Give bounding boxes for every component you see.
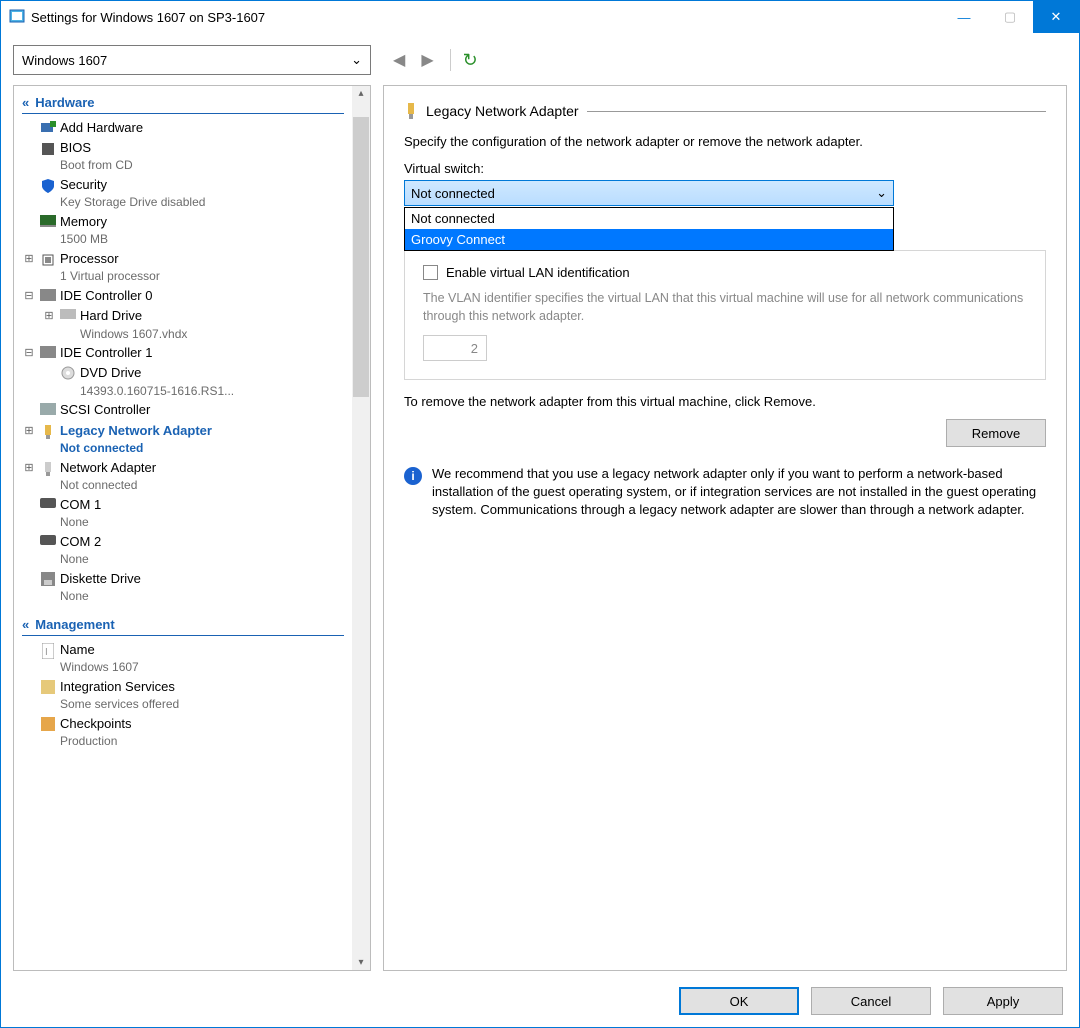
app-icon xyxy=(9,9,25,25)
enable-vlan-checkbox[interactable] xyxy=(423,265,438,280)
expand-icon[interactable]: ⊞ xyxy=(42,307,56,324)
section-management[interactable]: « Management xyxy=(22,614,344,636)
section-hardware[interactable]: « Hardware xyxy=(22,92,344,114)
sidebar-item-com2[interactable]: COM 2None xyxy=(16,532,352,569)
sidebar-item-hard-drive[interactable]: ⊞ Hard DriveWindows 1607.vhdx xyxy=(16,306,352,343)
apply-button[interactable]: Apply xyxy=(943,987,1063,1015)
minimize-button[interactable]: — xyxy=(941,1,987,33)
vswitch-option-groovy-connect[interactable]: Groovy Connect xyxy=(405,229,893,250)
cpu-icon xyxy=(40,252,56,268)
maximize-button[interactable]: ▢ xyxy=(987,1,1033,33)
chevron-down-icon: ⌄ xyxy=(876,185,887,201)
vlan-id-input[interactable]: 2 xyxy=(423,335,487,361)
sidebar-item-checkpoints[interactable]: CheckpointsProduction xyxy=(16,714,352,751)
refresh-button[interactable]: ↻ xyxy=(463,50,478,71)
memory-icon xyxy=(40,215,56,227)
remove-description: To remove the network adapter from this … xyxy=(404,394,1046,409)
sidebar-item-name[interactable]: I NameWindows 1607 xyxy=(16,640,352,677)
remove-button[interactable]: Remove xyxy=(946,419,1046,447)
collapse-icon[interactable]: ⊟ xyxy=(22,287,36,304)
services-icon xyxy=(41,680,55,694)
sidebar-item-memory[interactable]: Memory1500 MB xyxy=(16,212,352,249)
divider xyxy=(587,111,1046,112)
disc-icon xyxy=(61,366,75,380)
dialog-footer: OK Cancel Apply xyxy=(13,981,1067,1015)
section-label: Hardware xyxy=(35,95,94,110)
info-text: We recommend that you use a legacy netwo… xyxy=(432,465,1046,520)
titlebar: Settings for Windows 1607 on SP3-1607 — … xyxy=(1,1,1079,33)
collapse-icon[interactable]: ⊟ xyxy=(22,344,36,361)
nav-forward-button[interactable]: ▶ xyxy=(417,50,437,70)
panel-title: Legacy Network Adapter xyxy=(426,103,579,119)
sidebar-item-processor[interactable]: ⊞ Processor1 Virtual processor xyxy=(16,249,352,286)
sidebar-item-security[interactable]: SecurityKey Storage Drive disabled xyxy=(16,175,352,212)
network-adapter-icon xyxy=(41,461,55,477)
sidebar-item-network-adapter[interactable]: ⊞ Network AdapterNot connected xyxy=(16,458,352,495)
virtual-switch-value: Not connected xyxy=(411,186,495,201)
sidebar-item-bios[interactable]: BIOSBoot from CD xyxy=(16,138,352,175)
section-label: Management xyxy=(35,617,114,632)
scroll-up-icon[interactable]: ▴ xyxy=(358,88,363,99)
vlan-group: Enable virtual LAN identification The VL… xyxy=(404,250,1046,380)
network-adapter-legacy-icon xyxy=(41,424,55,440)
sidebar-item-legacy-network-adapter[interactable]: ⊞ Legacy Network AdapterNot connected xyxy=(16,421,352,458)
chip-icon xyxy=(40,141,56,157)
close-button[interactable]: ✕ xyxy=(1033,1,1079,33)
monitor-plus-icon xyxy=(40,121,56,137)
network-adapter-legacy-icon xyxy=(404,102,418,120)
controller-icon xyxy=(40,289,56,301)
separator xyxy=(450,49,451,71)
sidebar-item-integration-services[interactable]: Integration ServicesSome services offere… xyxy=(16,677,352,714)
expand-icon[interactable]: ⊞ xyxy=(22,250,36,267)
scroll-down-icon[interactable]: ▾ xyxy=(358,957,363,968)
vm-selector[interactable]: Windows 1607 ⌄ xyxy=(13,45,371,75)
scrollbar-thumb[interactable] xyxy=(353,117,369,397)
panel-description: Specify the configuration of the network… xyxy=(404,134,1046,149)
name-icon: I xyxy=(42,643,54,659)
ok-button[interactable]: OK xyxy=(679,987,799,1015)
sidebar-item-scsi[interactable]: SCSI Controller xyxy=(16,400,352,420)
svg-text:I: I xyxy=(45,647,48,658)
vlan-description: The VLAN identifier specifies the virtua… xyxy=(423,290,1027,325)
sidebar-item-add-hardware[interactable]: Add Hardware xyxy=(16,118,352,138)
scsi-icon xyxy=(40,403,56,415)
sidebar-item-dvd-drive[interactable]: DVD Drive14393.0.160715-1616.RS1... xyxy=(16,363,352,400)
sidebar-item-com1[interactable]: COM 1None xyxy=(16,495,352,532)
sidebar-item-ide1[interactable]: ⊟ IDE Controller 1 xyxy=(16,343,352,363)
expand-icon[interactable]: ⊞ xyxy=(22,422,36,439)
controller-icon xyxy=(40,346,56,358)
sidebar-item-diskette[interactable]: Diskette DriveNone xyxy=(16,569,352,606)
virtual-switch-dropdown[interactable]: Not connected ⌄ Not connected Groovy Con… xyxy=(404,180,894,206)
nav-back-button[interactable]: ◀ xyxy=(389,50,409,70)
sidebar-scrollbar[interactable]: ▴ ▾ xyxy=(352,86,370,970)
vm-selector-value: Windows 1607 xyxy=(22,53,107,68)
shield-icon xyxy=(40,178,56,194)
collapse-icon: « xyxy=(22,617,29,632)
content-panel: Legacy Network Adapter Specify the confi… xyxy=(383,85,1067,971)
window-title: Settings for Windows 1607 on SP3-1607 xyxy=(31,10,265,25)
chevron-down-icon: ⌄ xyxy=(351,52,362,68)
enable-vlan-label: Enable virtual LAN identification xyxy=(446,265,630,280)
floppy-icon xyxy=(41,572,55,586)
virtual-switch-options: Not connected Groovy Connect xyxy=(404,207,894,251)
serial-port-icon xyxy=(40,498,56,508)
collapse-icon: « xyxy=(22,95,29,110)
info-icon: i xyxy=(404,467,422,485)
vswitch-option-not-connected[interactable]: Not connected xyxy=(405,208,893,229)
disk-icon xyxy=(60,309,76,319)
virtual-switch-label: Virtual switch: xyxy=(404,161,1046,176)
sidebar-item-ide0[interactable]: ⊟ IDE Controller 0 xyxy=(16,286,352,306)
cancel-button[interactable]: Cancel xyxy=(811,987,931,1015)
settings-tree: « Hardware Add Hardware BIOSBoot from CD… xyxy=(14,86,352,970)
checkpoints-icon xyxy=(41,717,55,731)
serial-port-icon xyxy=(40,535,56,545)
expand-icon[interactable]: ⊞ xyxy=(22,459,36,476)
